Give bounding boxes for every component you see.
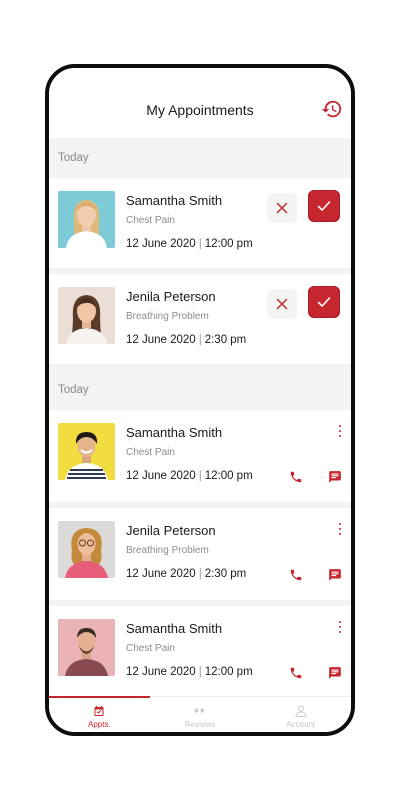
history-icon[interactable] (321, 98, 343, 120)
patient-name: Samantha Smith (126, 425, 223, 440)
appointment-time: 12:00 pm (204, 238, 253, 250)
page-title: My Appointments (146, 102, 254, 118)
appointment-time: 12:00 pm (204, 666, 253, 678)
tab-label: Reviews (184, 720, 216, 729)
accept-button[interactable] (309, 191, 339, 221)
request-card[interactable]: Jenila Peterson Breathing Problem 12 Jun… (49, 274, 351, 364)
appointment-date: 12 June 2020 (126, 568, 196, 580)
tab-reviews[interactable]: Reviews (150, 697, 251, 732)
tab-appointments[interactable]: Appts. (49, 696, 150, 732)
more-options-icon[interactable] (334, 522, 346, 536)
phone-icon[interactable] (289, 470, 303, 484)
appointment-date: 12 June 2020 (126, 470, 196, 482)
appointment-card[interactable]: Samantha Smith Chest Pain 12 June 2020 | 1… (49, 410, 351, 502)
appointment-card[interactable]: Samantha Smith Chest Pain 12 June 2020 | 1… (49, 606, 351, 696)
patient-name: Jenila Peterson (126, 289, 216, 304)
separator: | (198, 238, 202, 250)
reject-button[interactable] (267, 193, 297, 223)
appointment-time: 12:00 pm (204, 470, 253, 482)
close-icon (276, 202, 288, 214)
appointments-list: Today Samantha Smith Chest Pain 12 June … (49, 138, 351, 696)
appointment-datetime: 12 June 2020 | 2:30 pm (126, 334, 246, 346)
calendar-icon (94, 706, 104, 716)
accept-button[interactable] (309, 287, 339, 317)
phone-frame: My Appointments Today Samantha Smith Che… (45, 64, 355, 736)
visit-reason: Breathing Problem (126, 545, 209, 556)
check-icon (317, 297, 331, 307)
reviews-icon (194, 708, 205, 714)
appointment-time: 2:30 pm (204, 568, 247, 580)
patient-name: Samantha Smith (126, 621, 223, 636)
separator: | (198, 666, 202, 678)
appointment-datetime: 12 June 2020 | 12:00 pm (126, 238, 253, 250)
message-icon[interactable] (328, 568, 342, 582)
account-icon (295, 705, 307, 717)
avatar (58, 423, 115, 480)
close-icon (276, 298, 288, 310)
message-icon[interactable] (328, 470, 342, 484)
separator: | (198, 334, 202, 346)
appointment-card[interactable]: Jenila Peterson Breathing Problem 12 Jun… (49, 508, 351, 600)
avatar (58, 191, 115, 248)
request-card[interactable]: Samantha Smith Chest Pain 12 June 2020 | 1… (49, 178, 351, 268)
appointment-datetime: 12 June 2020 | 12:00 pm (126, 470, 253, 482)
patient-name: Jenila Peterson (126, 523, 216, 538)
reject-button[interactable] (267, 289, 297, 319)
tab-label: Account (286, 720, 316, 729)
appointment-date: 12 June 2020 (126, 666, 196, 678)
avatar (58, 287, 115, 344)
more-options-icon[interactable] (334, 424, 346, 438)
visit-reason: Chest Pain (126, 447, 175, 458)
bottom-tab-bar: Appts. Reviews Account (49, 696, 351, 732)
appointment-datetime: 12 June 2020 | 12:00 pm (126, 666, 253, 678)
patient-name: Samantha Smith (126, 193, 223, 208)
check-icon (317, 201, 331, 211)
tab-label: Appts. (87, 720, 111, 729)
avatar (58, 521, 115, 578)
visit-reason: Breathing Problem (126, 311, 209, 322)
section-label-requests: Today (58, 152, 89, 164)
appointment-date: 12 June 2020 (126, 238, 196, 250)
appointment-date: 12 June 2020 (126, 334, 196, 346)
appointment-datetime: 12 June 2020 | 2:30 pm (126, 568, 246, 580)
phone-icon[interactable] (289, 568, 303, 582)
message-icon[interactable] (328, 666, 342, 680)
more-options-icon[interactable] (334, 620, 346, 634)
phone-icon[interactable] (289, 666, 303, 680)
separator: | (198, 470, 202, 482)
appointment-time: 2:30 pm (204, 334, 247, 346)
visit-reason: Chest Pain (126, 643, 175, 654)
tab-account[interactable]: Account (250, 697, 351, 732)
avatar (58, 619, 115, 676)
visit-reason: Chest Pain (126, 215, 175, 226)
section-label-appointments: Today (58, 384, 89, 396)
app-header: My Appointments (49, 68, 351, 138)
separator: | (198, 568, 202, 580)
